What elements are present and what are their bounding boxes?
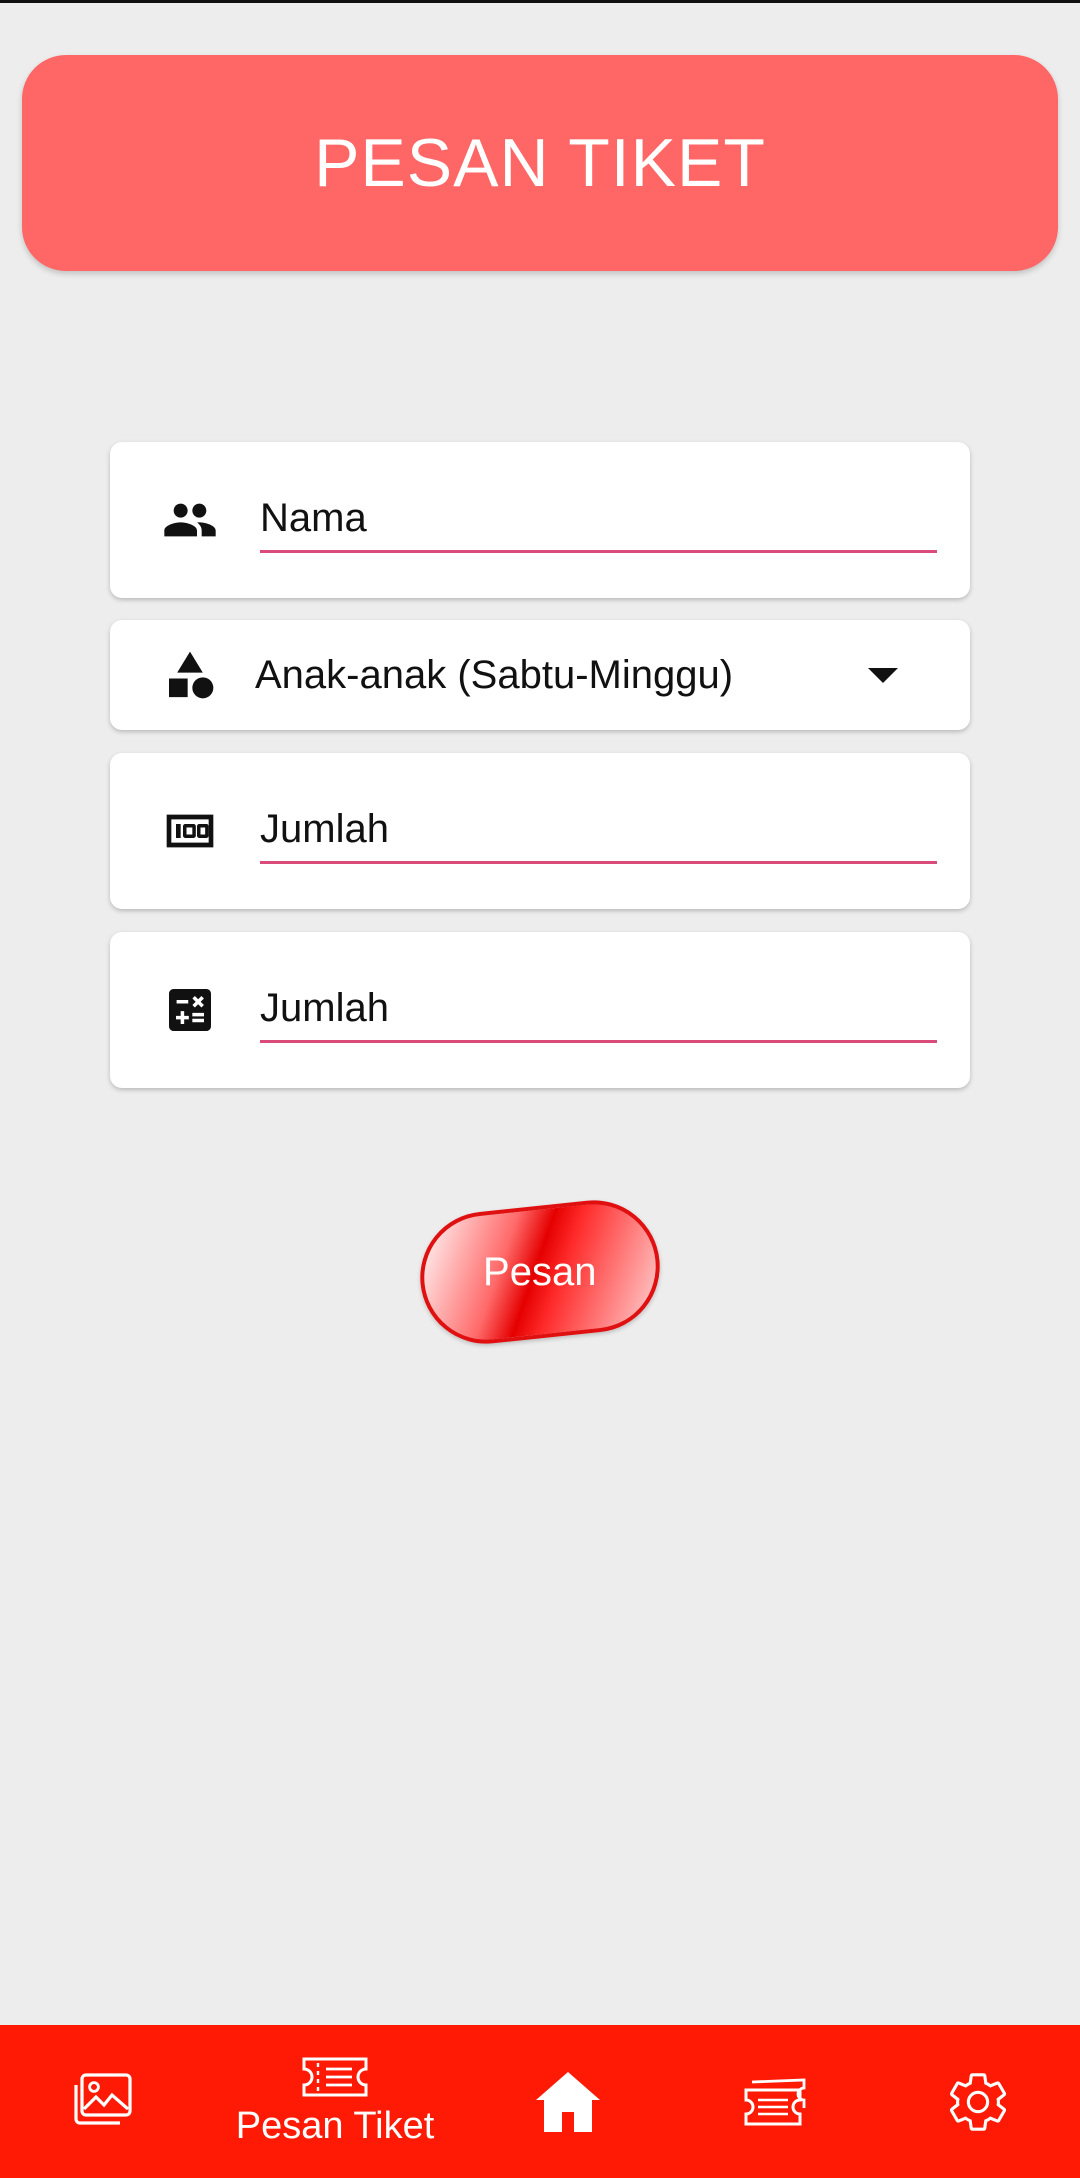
- name-input[interactable]: Nama: [260, 494, 937, 553]
- page-header: PESAN TIKET: [22, 55, 1058, 271]
- order-button-label: Pesan: [483, 1249, 597, 1294]
- tickets-icon: [744, 2078, 806, 2125]
- nav-item-gallery[interactable]: [62, 2025, 142, 2178]
- home-icon: [536, 2071, 600, 2132]
- category-select-value: Anak-anak (Sabtu-Minggu): [255, 653, 734, 697]
- shapes-icon: [162, 647, 218, 703]
- bottom-nav: Pesan Tiket: [0, 2025, 1080, 2178]
- nav-item-home[interactable]: [528, 2025, 608, 2178]
- order-button[interactable]: Pesan: [413, 1193, 667, 1351]
- ticket-icon: [302, 2057, 368, 2097]
- nav-item-pesan-tiket[interactable]: Pesan Tiket: [215, 2025, 455, 2178]
- gallery-icon: [74, 2072, 132, 2125]
- nav-item-settings[interactable]: [938, 2025, 1018, 2178]
- name-card: Nama: [110, 442, 970, 598]
- hundred-icon: [162, 803, 218, 859]
- calculator-icon: [162, 982, 218, 1038]
- nav-label-pesan-tiket: Pesan Tiket: [235, 2105, 435, 2147]
- quantity-card: Jumlah: [110, 753, 970, 909]
- total-card: Jumlah: [110, 932, 970, 1088]
- nav-item-tickets[interactable]: [735, 2025, 815, 2178]
- people-icon: [162, 492, 218, 548]
- page-title: PESAN TIKET: [314, 125, 766, 201]
- quantity-input[interactable]: Jumlah: [260, 805, 937, 864]
- gear-icon: [949, 2072, 1007, 2131]
- category-select[interactable]: Anak-anak (Sabtu-Minggu): [110, 620, 970, 730]
- chevron-down-icon: [868, 668, 898, 683]
- total-input[interactable]: Jumlah: [260, 984, 937, 1043]
- status-bar-line: [0, 0, 1080, 3]
